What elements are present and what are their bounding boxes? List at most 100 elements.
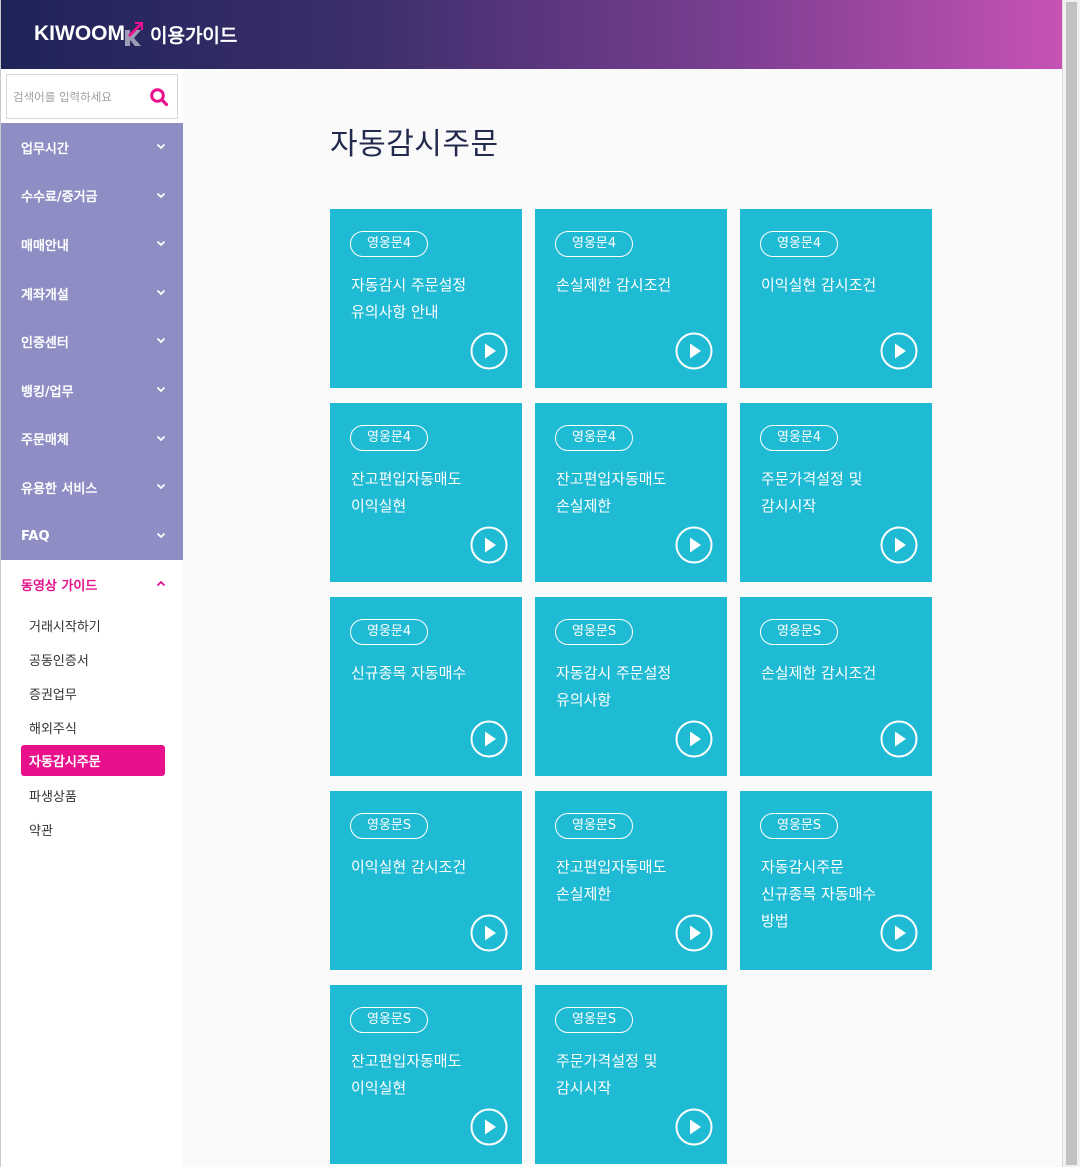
video-card[interactable]: 영웅문S 잔고편입자동매도 손실제한 (535, 791, 727, 970)
video-guide-submenu: 거래시작하기 공동인증서 증권업무 해외주식 자동감시주문 파생상품 약관 (21, 608, 165, 846)
search-input[interactable] (7, 75, 143, 118)
menu-item-label: 동영상 가이드 (21, 578, 98, 594)
platform-badge: 영웅문S (555, 619, 634, 645)
video-card[interactable]: 영웅문S 손실제한 감시조건 (740, 597, 932, 776)
video-card[interactable]: 영웅문S 잔고편입자동매도 이익실현 (330, 985, 522, 1164)
card-title: 잔고편입자동매도 손실제한 (556, 858, 667, 903)
platform-badge: 영웅문4 (350, 619, 429, 645)
chevron-down-icon (156, 192, 166, 198)
scrollbar-thumb[interactable] (1066, 2, 1077, 1165)
play-icon[interactable] (675, 720, 713, 758)
search-icon[interactable] (149, 87, 169, 107)
card-title: 이익실현 감시조건 (761, 276, 877, 294)
menu-item-label: 인증센터 (21, 336, 69, 352)
play-icon[interactable] (880, 720, 918, 758)
chevron-down-icon (156, 143, 166, 150)
play-icon[interactable] (675, 1108, 713, 1146)
main-menu: 업무시간 수수료/증거금 매매안내 계좌개설 인증센터 뱅킹/업무 주문매체 유… (1, 123, 183, 560)
menu-item-faq[interactable]: FAQ (1, 512, 183, 561)
submenu-item-start-trading[interactable]: 거래시작하기 (21, 608, 165, 642)
menu-item-account-opening[interactable]: 계좌개설 (1, 269, 183, 318)
play-icon[interactable] (470, 1108, 508, 1146)
logo[interactable]: KIWOOM 이용가이드 (34, 19, 237, 49)
menu-item-label: 계좌개설 (21, 287, 69, 303)
platform-badge: 영웅문S (555, 813, 634, 839)
card-title: 신규종목 자동매수 (351, 664, 467, 682)
kiwoom-logo-icon (124, 22, 143, 46)
chevron-down-icon (156, 435, 166, 441)
play-icon[interactable] (470, 526, 508, 564)
card-title: 잔고편입자동매도 손실제한 (556, 470, 667, 515)
platform-badge: 영웅문S (350, 1007, 429, 1033)
menu-item-trading[interactable]: 매매안내 (1, 220, 183, 269)
platform-badge: 영웅문S (760, 619, 839, 645)
play-icon[interactable] (470, 914, 508, 952)
browser-viewport: KIWOOM 이용가이드 업무시간 수수료/증거금 (0, 0, 1062, 1167)
menu-item-order-media[interactable]: 주문매체 (1, 415, 183, 464)
play-icon[interactable] (675, 914, 713, 952)
play-icon[interactable] (880, 526, 918, 564)
chevron-down-icon (156, 532, 166, 539)
video-card-grid: 영웅문4 자동감시 주문설정 유의사항 안내 영웅문4 손실제한 감시조건 영웅… (330, 209, 934, 1164)
menu-item-video-guide[interactable]: 동영상 가이드 (1, 560, 183, 608)
play-icon[interactable] (470, 332, 508, 370)
submenu-item-derivatives[interactable]: 파생상품 (21, 778, 165, 812)
submenu-item-auto-monitor-order[interactable]: 자동감시주문 (21, 745, 165, 776)
play-icon[interactable] (675, 526, 713, 564)
chevron-down-icon (156, 386, 166, 393)
video-card[interactable]: 영웅문4 자동감시 주문설정 유의사항 안내 (330, 209, 522, 388)
menu-item-useful-services[interactable]: 유용한 서비스 (1, 463, 183, 512)
menu-item-certification[interactable]: 인증센터 (1, 317, 183, 366)
play-icon[interactable] (880, 332, 918, 370)
video-card[interactable]: 영웅문S 자동감시 주문설정 유의사항 (535, 597, 727, 776)
menu-item-business-hours[interactable]: 업무시간 (1, 123, 183, 172)
platform-badge: 영웅문S (350, 813, 429, 839)
submenu-item-terms[interactable]: 약관 (21, 812, 165, 846)
site-header: KIWOOM 이용가이드 (1, 0, 1062, 69)
submenu-item-securities[interactable]: 증권업무 (21, 676, 165, 710)
play-icon[interactable] (880, 914, 918, 952)
chevron-down-icon (156, 241, 166, 247)
video-card[interactable]: 영웅문4 신규종목 자동매수 (330, 597, 522, 776)
search-box (6, 74, 178, 119)
card-title: 주문가격설정 및 감시시작 (556, 1052, 658, 1097)
menu-item-label: 뱅킹/업무 (21, 384, 74, 400)
page-title: 자동감시주문 (330, 127, 499, 162)
play-icon[interactable] (675, 332, 713, 370)
submenu-item-overseas-stocks[interactable]: 해외주식 (21, 710, 165, 744)
vertical-scrollbar[interactable] (1062, 0, 1080, 1167)
play-icon[interactable] (470, 720, 508, 758)
video-card[interactable]: 영웅문4 잔고편입자동매도 이익실현 (330, 403, 522, 582)
chevron-down-icon (156, 484, 166, 490)
sidebar: 업무시간 수수료/증거금 매매안내 계좌개설 인증센터 뱅킹/업무 (1, 69, 183, 1167)
video-card[interactable]: 영웅문S 자동감시주문 신규종목 자동매수 방법 (740, 791, 932, 970)
menu-item-label: 업무시간 (21, 141, 69, 157)
platform-badge: 영웅문4 (760, 425, 839, 451)
menu-item-banking[interactable]: 뱅킹/업무 (1, 366, 183, 415)
platform-badge: 영웅문4 (350, 231, 429, 257)
platform-badge: 영웅문4 (555, 231, 634, 257)
platform-badge: 영웅문4 (350, 425, 429, 451)
video-card[interactable]: 영웅문S 이익실현 감시조건 (330, 791, 522, 970)
platform-badge: 영웅문S (760, 813, 839, 839)
menu-item-label: FAQ (21, 528, 50, 544)
card-title: 자동감시 주문설정 유의사항 (556, 664, 672, 709)
video-card[interactable]: 영웅문4 주문가격설정 및 감시시작 (740, 403, 932, 582)
platform-badge: 영웅문4 (760, 231, 839, 257)
logo-text: KIWOOM (34, 22, 125, 45)
menu-item-label: 유용한 서비스 (21, 481, 98, 497)
chevron-up-icon (156, 580, 166, 587)
video-card[interactable]: 영웅문4 잔고편입자동매도 손실제한 (535, 403, 727, 582)
card-title: 자동감시 주문설정 유의사항 안내 (351, 276, 467, 321)
card-title: 손실제한 감시조건 (556, 276, 672, 294)
menu-item-label: 수수료/증거금 (21, 190, 98, 206)
card-title: 잔고편입자동매도 이익실현 (351, 470, 462, 515)
video-card[interactable]: 영웅문4 이익실현 감시조건 (740, 209, 932, 388)
card-title: 주문가격설정 및 감시시작 (761, 470, 863, 515)
submenu-item-certificate[interactable]: 공동인증서 (21, 642, 165, 676)
menu-item-fees[interactable]: 수수료/증거금 (1, 172, 183, 221)
card-title: 이익실현 감시조건 (351, 858, 467, 876)
video-card[interactable]: 영웅문4 손실제한 감시조건 (535, 209, 727, 388)
header-subtitle: 이용가이드 (149, 24, 238, 47)
video-card[interactable]: 영웅문S 주문가격설정 및 감시시작 (535, 985, 727, 1164)
